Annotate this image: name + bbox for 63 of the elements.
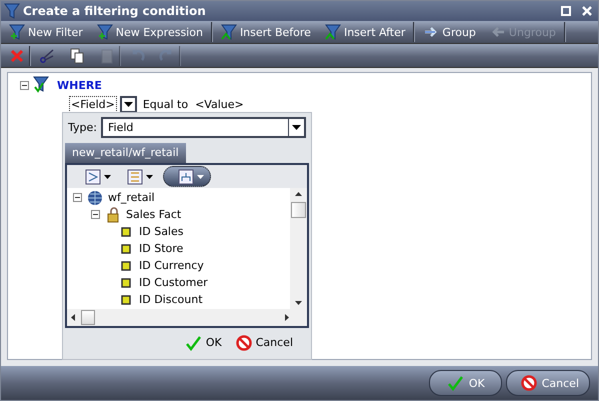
scroll-down-icon bbox=[295, 301, 302, 305]
funnel-icon bbox=[4, 3, 20, 19]
caret-icon bbox=[197, 174, 204, 178]
delete-icon bbox=[9, 48, 25, 64]
scissors-icon bbox=[39, 48, 55, 64]
scroll-right-icon bbox=[285, 314, 289, 321]
tree-item[interactable]: wf_retail bbox=[108, 191, 155, 204]
hierarchy-view-icon bbox=[178, 168, 194, 184]
caret-icon bbox=[146, 174, 153, 178]
horizontal-scrollbar[interactable] bbox=[67, 309, 307, 326]
operator-label: Equal to bbox=[142, 98, 188, 110]
collapse-toggle[interactable] bbox=[91, 210, 100, 219]
caret-icon bbox=[292, 125, 301, 130]
tree-item[interactable]: ID Currency bbox=[139, 259, 204, 272]
tree-item[interactable]: ID Store bbox=[139, 242, 184, 255]
scroll-left-icon bbox=[71, 314, 75, 321]
funnel-check-icon bbox=[33, 76, 51, 94]
tree-view-icon[interactable] bbox=[85, 168, 101, 184]
minus-icon bbox=[92, 211, 99, 218]
where-label: WHERE bbox=[57, 78, 102, 92]
cancel-icon bbox=[236, 334, 252, 350]
value-label: <Value> bbox=[195, 98, 244, 110]
caret-icon bbox=[124, 102, 133, 106]
lock-icon bbox=[105, 206, 121, 222]
cancel-button[interactable]: Cancel bbox=[236, 334, 293, 350]
minus-icon bbox=[74, 194, 81, 201]
copy-icon bbox=[69, 48, 85, 64]
scroll-thumb[interactable] bbox=[81, 310, 95, 325]
type-label: Type: bbox=[68, 121, 97, 134]
collapse-toggle[interactable] bbox=[73, 193, 82, 202]
clipboard-icon bbox=[99, 48, 115, 64]
check-icon bbox=[448, 375, 464, 391]
toolbar-button[interactable]: Insert After bbox=[318, 22, 416, 42]
funnel-icon bbox=[220, 24, 237, 40]
type-dropdown[interactable]: Field bbox=[100, 117, 306, 138]
collapse-toggle[interactable] bbox=[20, 80, 29, 90]
toolbar-button[interactable]: Insert Before bbox=[214, 22, 317, 42]
database-icon bbox=[87, 190, 103, 206]
funnel-plus-icon bbox=[9, 24, 25, 40]
toolbar-button[interactable]: New Filter bbox=[3, 22, 89, 42]
scroll-thumb[interactable] bbox=[291, 202, 306, 218]
vertical-scrollbar[interactable] bbox=[290, 188, 307, 309]
cancel-button[interactable]: Cancel bbox=[506, 370, 590, 396]
toolbar-button[interactable]: New Expression bbox=[90, 22, 213, 42]
check-icon bbox=[186, 334, 202, 350]
ok-button[interactable]: OK bbox=[186, 334, 222, 350]
cancel-icon bbox=[520, 375, 537, 391]
tree-item[interactable]: ID Discount bbox=[139, 293, 203, 306]
caret-icon bbox=[104, 174, 111, 178]
source-tab[interactable]: new_retail/wf_retail bbox=[65, 143, 186, 163]
view-button[interactable] bbox=[163, 166, 211, 187]
close-icon[interactable] bbox=[582, 6, 592, 16]
tree-item[interactable]: ID Customer bbox=[139, 276, 208, 289]
funnel-plus-icon bbox=[96, 24, 113, 40]
tree-item[interactable]: ID Sales bbox=[139, 225, 184, 238]
maximize-button[interactable] bbox=[561, 6, 571, 16]
dropdown-button[interactable] bbox=[120, 96, 137, 112]
tree-item[interactable]: Sales Fact bbox=[126, 208, 182, 221]
scroll-up-icon bbox=[295, 192, 302, 196]
window-title: Create a filtering condition bbox=[23, 4, 206, 18]
toolbar-button[interactable]: Group bbox=[417, 22, 482, 42]
funnel-icon bbox=[324, 24, 341, 40]
list-view-icon[interactable] bbox=[127, 168, 143, 184]
